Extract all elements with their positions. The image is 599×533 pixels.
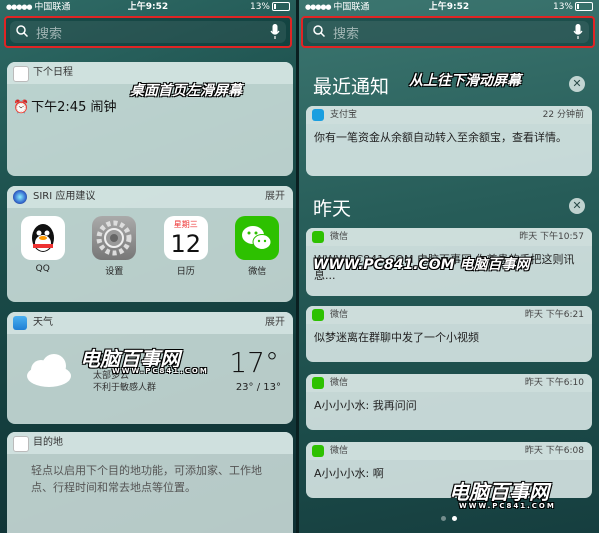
cloud-icon <box>27 354 71 387</box>
page-dot-active <box>452 516 457 521</box>
battery-percent: 13% <box>552 2 573 12</box>
calendar-icon <box>13 66 29 82</box>
weather-expand-button[interactable]: 展开 <box>265 312 285 334</box>
microphone-icon[interactable] <box>270 24 280 40</box>
app-label: QQ <box>35 264 50 274</box>
siri-icon <box>13 190 27 204</box>
yesterday-title: 昨天 <box>313 198 352 220</box>
wechat-icon <box>312 309 324 321</box>
siri-suggestions-widget: SIRI 应用建议 展开 QQ 设置 星期三 12 日历 微信 <box>7 186 293 302</box>
recent-notifications-title: 最近通知 <box>313 76 390 98</box>
calendar-app-icon: 星期三 12 <box>163 216 208 260</box>
notification-wechat-2[interactable]: 微信 昨天 下午6:21 似梦迷离在群聊中发了一个小视频 <box>306 306 592 362</box>
annotation-right: 从上往下滑动屏幕 <box>409 73 521 89</box>
weather-temperature: 17° <box>229 346 279 379</box>
watermark-brand-right: 电脑百事网 <box>449 480 549 504</box>
annotation-left: 桌面首页左滑屏幕 <box>130 83 242 99</box>
destination-body: 轻点以启用下个目的地功能，可添加家、工作地点、行程时间和常去地点等位置。 <box>31 464 262 494</box>
notification-time: 昨天 下午6:10 <box>524 378 584 388</box>
search-icon <box>16 25 28 37</box>
notification-center-panel: ●●●●● 中国联通 上午9:52 13% 搜索 最近通知 从上往下滑动屏幕 ✕… <box>299 0 599 533</box>
app-label: 微信 <box>248 267 267 277</box>
notification-app: 支付宝 <box>330 110 358 120</box>
app-wechat[interactable]: 微信 <box>231 216 283 277</box>
siri-expand-button[interactable]: 展开 <box>265 186 285 208</box>
page-dot <box>441 516 446 521</box>
status-bar: ●●●●● 中国联通 上午9:52 13% <box>0 0 296 14</box>
notification-wechat-3[interactable]: 微信 昨天 下午6:10 A小小小水: 我再问问 <box>306 374 592 430</box>
notification-app: 微信 <box>330 378 349 388</box>
watermark-site-right: WWW.PC841.COM 电脑百事网 <box>313 257 530 273</box>
weather-air-quality: 不利于敏感人群 <box>93 383 157 393</box>
clear-yesterday-button[interactable]: ✕ <box>569 198 585 214</box>
app-label: 设置 <box>105 267 124 277</box>
status-bar: ●●●●● 中国联通 上午9:52 13% <box>299 0 599 14</box>
notification-body: 似梦迷离在群聊中发了一个小视频 <box>314 331 479 344</box>
microphone-icon[interactable] <box>573 24 583 40</box>
settings-gear-icon <box>92 216 137 260</box>
clear-recent-button[interactable]: ✕ <box>569 76 585 92</box>
notification-body: A小小小水: 我再问问 <box>314 399 417 412</box>
wechat-icon <box>312 377 324 389</box>
search-bar[interactable]: 搜索 <box>301 16 595 48</box>
widgets-panel: ●●●●● 中国联通 上午9:52 13% 搜索 下个日程 ⏰ 下午2:45 闹… <box>0 0 296 533</box>
notification-time: 昨天 下午6:08 <box>524 446 584 456</box>
alipay-icon <box>312 109 324 121</box>
battery-icon <box>272 2 290 11</box>
notification-app: 微信 <box>330 310 349 320</box>
calendar-header: 下个日程 <box>33 67 73 78</box>
weather-icon <box>13 316 27 330</box>
search-placeholder: 搜索 <box>36 27 63 42</box>
search-placeholder: 搜索 <box>333 27 360 42</box>
destination-header: 目的地 <box>33 437 63 448</box>
notification-time: 22 分钟前 <box>542 110 584 120</box>
battery-icon <box>575 2 593 11</box>
search-bar[interactable]: 搜索 <box>4 16 292 48</box>
battery-percent: 13% <box>249 2 270 12</box>
wechat-icon <box>312 231 324 243</box>
suggested-apps: QQ 设置 星期三 12 日历 微信 <box>7 216 293 277</box>
app-label: 日历 <box>176 267 195 277</box>
notification-time: 昨天 下午10:57 <box>519 232 584 242</box>
destination-widget[interactable]: 目的地 轻点以启用下个目的地功能，可添加家、工作地点、行程时间和常去地点等位置。 <box>7 432 293 533</box>
alarm-icon: ⏰ <box>13 100 30 115</box>
notification-app: 微信 <box>330 232 349 242</box>
watermark-url-left: WWW.PC841.COM <box>112 367 209 375</box>
calendar-event: 下午2:45 闹钟 <box>31 100 117 115</box>
weather-range: 23° / 13° <box>235 382 281 393</box>
search-icon <box>313 25 325 37</box>
notification-app: 微信 <box>330 446 349 456</box>
weather-header: 天气 <box>33 317 53 328</box>
app-calendar[interactable]: 星期三 12 日历 <box>160 216 212 277</box>
siri-header: SIRI 应用建议 <box>33 191 96 202</box>
notification-body: 你有一笔资金从余额自动转入至余额宝，查看详情。 <box>314 131 567 144</box>
app-qq[interactable]: QQ <box>17 216 69 277</box>
notification-alipay[interactable]: 支付宝 22 分钟前 你有一笔资金从余额自动转入至余额宝，查看详情。 <box>306 106 592 176</box>
qq-icon <box>20 216 65 260</box>
app-settings[interactable]: 设置 <box>88 216 140 277</box>
notification-time: 昨天 下午6:21 <box>524 310 584 320</box>
maps-icon <box>13 436 29 452</box>
page-indicator[interactable] <box>299 506 599 525</box>
wechat-icon <box>312 445 324 457</box>
wechat-icon <box>235 216 280 260</box>
